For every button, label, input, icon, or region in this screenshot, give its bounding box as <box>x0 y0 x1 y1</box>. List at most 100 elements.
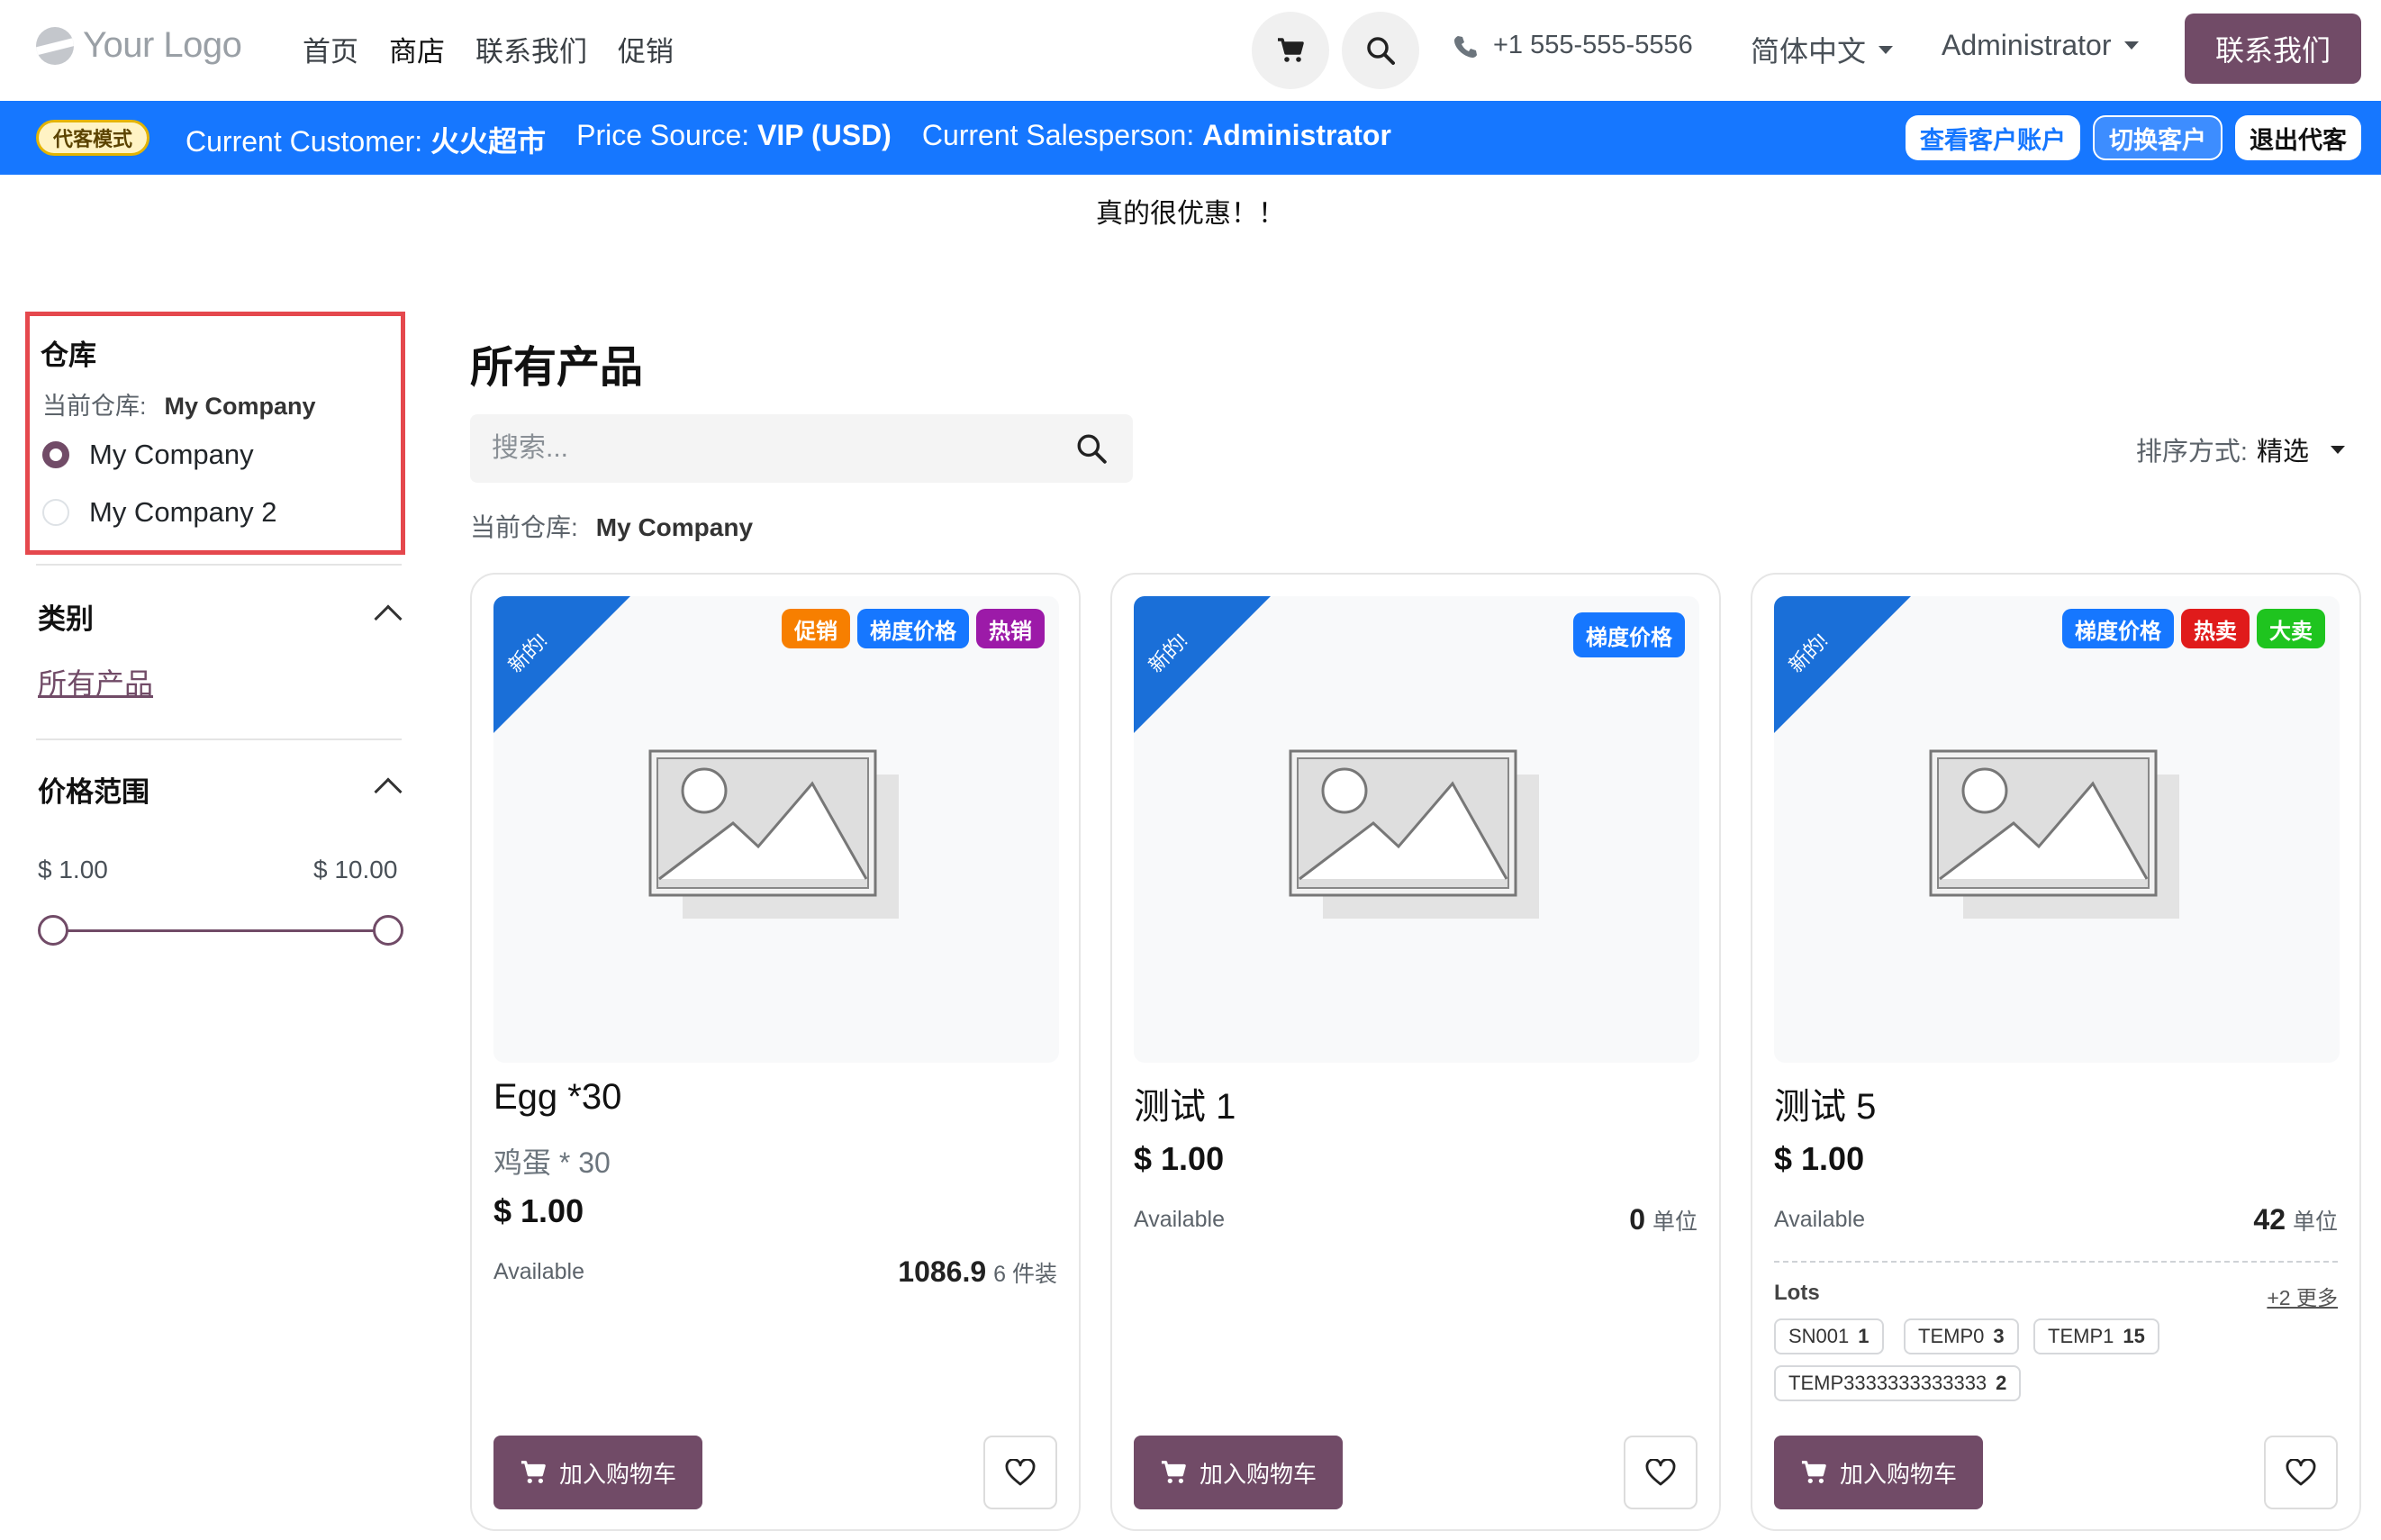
product-image[interactable]: 新的! 促销 梯度价格 热销 <box>493 596 1059 1063</box>
image-placeholder-icon <box>1929 749 2179 919</box>
price-max-label: $ 10.00 <box>313 856 398 883</box>
user-name: Administrator <box>1942 29 2112 61</box>
product-price: $ 1.00 <box>1774 1140 1865 1177</box>
radio-selected-icon[interactable] <box>42 441 69 468</box>
quantity-unit: 6 件装 <box>993 1262 1057 1287</box>
available-quantity: 42 单位 <box>2253 1203 2338 1237</box>
page-title: 所有产品 <box>470 344 644 392</box>
phone-number: +1 555-555-5556 <box>1493 31 1693 59</box>
radio-unselected-icon[interactable] <box>42 499 69 526</box>
available-quantity: 1086.9 6 件装 <box>898 1255 1057 1289</box>
product-price: $ 1.00 <box>493 1192 584 1229</box>
warehouse-option-my-company[interactable]: My Company <box>42 439 254 471</box>
warehouse-option-my-company-2[interactable]: My Company 2 <box>42 496 276 529</box>
logo-mark-icon <box>36 26 74 65</box>
language-dropdown[interactable]: 简体中文 <box>1751 29 1894 70</box>
main-current-warehouse: 当前仓库: My Company <box>470 508 753 544</box>
add-to-cart-button[interactable]: 加入购物车 <box>493 1436 702 1509</box>
product-card[interactable]: 新的! 促销 梯度价格 热销 Egg *30 鸡蛋 * 30 $ 1.00 Av… <box>470 573 1081 1531</box>
phone-contact[interactable]: +1 555-555-5556 <box>1453 31 1693 60</box>
product-card[interactable]: 新的! 梯度价格 测试 1 $ 1.00 Available 0 单位 加入购物车 <box>1110 573 1721 1531</box>
phone-icon <box>1454 35 1477 58</box>
product-image[interactable]: 新的! 梯度价格 <box>1134 596 1699 1063</box>
chevron-down-icon <box>2123 41 2139 50</box>
contact-us-button[interactable]: 联系我们 <box>2185 14 2361 84</box>
product-image[interactable]: 新的! 梯度价格 热卖 大卖 <box>1774 596 2340 1063</box>
price-slider-max-handle[interactable] <box>373 915 403 946</box>
lot-code: TEMP3333333333333 <box>1788 1372 1987 1394</box>
current-customer-value: 火火超市 <box>430 125 547 158</box>
site-logo[interactable]: Your Logo <box>36 25 242 66</box>
available-label: Available <box>493 1259 585 1284</box>
proxy-mode-bar: 代客模式 Current Customer: 火火超市 Price Source… <box>0 101 2381 175</box>
search-input[interactable] <box>492 414 1050 483</box>
wishlist-button[interactable] <box>983 1436 1057 1509</box>
price-source: Price Source: VIP (USD) <box>576 119 892 160</box>
proxy-mode-badge: 代客模式 <box>36 120 150 156</box>
user-menu-dropdown[interactable]: Administrator <box>1942 29 2139 62</box>
heart-icon <box>1645 1459 1676 1486</box>
add-to-cart-button[interactable]: 加入购物车 <box>1774 1436 1983 1509</box>
price-source-label: Price Source: <box>576 119 750 151</box>
current-customer-label: Current Customer: <box>186 125 423 158</box>
warehouse-option-label: My Company 2 <box>89 496 277 528</box>
proxy-info: Current Customer: 火火超市 Price Source: VIP… <box>186 119 1391 160</box>
add-to-cart-label: 加入购物车 <box>1839 1460 1957 1488</box>
cart-icon <box>1801 1461 1826 1483</box>
lot-code: SN001 <box>1788 1325 1850 1347</box>
product-name[interactable]: 测试 5 <box>1774 1077 1876 1129</box>
heart-icon <box>1005 1459 1036 1486</box>
product-tags: 促销 梯度价格 热销 <box>782 609 1045 648</box>
switch-customer-button[interactable]: 切换客户 <box>2093 115 2223 160</box>
current-customer: Current Customer: 火火超市 <box>186 119 546 160</box>
available-label: Available <box>1134 1207 1226 1232</box>
image-placeholder-icon <box>648 749 899 919</box>
product-subtitle: 鸡蛋 * 30 <box>493 1146 611 1179</box>
view-customer-account-button[interactable]: 查看客户账户 <box>1906 115 2080 160</box>
product-tags: 梯度价格 热卖 大卖 <box>2062 609 2325 648</box>
product-tag: 梯度价格 <box>1573 612 1685 657</box>
category-title: 类别 <box>38 603 94 635</box>
wishlist-button[interactable] <box>2264 1436 2338 1509</box>
quantity-unit: 单位 <box>2292 1209 2338 1235</box>
product-price: $ 1.00 <box>1134 1140 1225 1177</box>
price-slider-min-handle[interactable] <box>38 915 68 946</box>
product-tags: 梯度价格 <box>1573 612 1685 657</box>
product-name[interactable]: 测试 1 <box>1134 1077 1236 1129</box>
lot-qty: 2 <box>1996 1372 2007 1394</box>
current-salesperson: Current Salesperson: Administrator <box>922 119 1391 160</box>
cart-button[interactable] <box>1252 12 1329 89</box>
chevron-up-icon[interactable] <box>374 777 403 806</box>
product-name[interactable]: Egg *30 <box>493 1077 621 1118</box>
add-to-cart-button[interactable]: 加入购物车 <box>1134 1436 1343 1509</box>
price-slider-track[interactable] <box>52 929 387 932</box>
product-card[interactable]: 新的! 梯度价格 热卖 大卖 测试 5 $ 1.00 Available 42 单… <box>1751 573 2361 1531</box>
add-to-cart-label: 加入购物车 <box>558 1460 676 1488</box>
cart-icon <box>521 1461 546 1483</box>
chevron-up-icon[interactable] <box>374 604 403 633</box>
lots-more-link[interactable]: +2 更多 <box>2267 1281 2338 1311</box>
lot-qty: 3 <box>1993 1325 2005 1347</box>
exit-proxy-button[interactable]: 退出代客 <box>2235 115 2361 160</box>
nav-link-contact[interactable]: 联系我们 <box>475 29 587 69</box>
search-toggle-button[interactable] <box>1342 12 1419 89</box>
sort-dropdown[interactable]: 排序方式: 精选 <box>2136 430 2345 468</box>
nav-link-shop[interactable]: 商店 <box>389 29 445 69</box>
lot-chip: TEMP0 3 <box>1904 1318 2019 1354</box>
search-icon <box>1367 37 1395 65</box>
search-icon[interactable] <box>1075 432 1108 465</box>
nav-link-home[interactable]: 首页 <box>303 29 358 69</box>
current-warehouse-label: 当前仓库: <box>470 513 578 541</box>
current-warehouse-value: My Company <box>595 513 754 541</box>
wishlist-button[interactable] <box>1624 1436 1697 1509</box>
sort-label: 排序方式: <box>2135 438 2248 467</box>
price-range-title: 价格范围 <box>38 776 149 808</box>
logo-text: Your Logo <box>83 25 242 65</box>
product-tag: 大卖 <box>2257 609 2325 648</box>
nav-link-promotions[interactable]: 促销 <box>618 29 674 69</box>
lots-divider <box>1774 1261 2338 1263</box>
lot-chip: SN001 1 <box>1774 1318 1884 1354</box>
cart-icon <box>1161 1461 1186 1483</box>
category-link-all-products[interactable]: 所有产品 <box>38 661 153 702</box>
current-warehouse-value: My Company <box>164 393 316 420</box>
